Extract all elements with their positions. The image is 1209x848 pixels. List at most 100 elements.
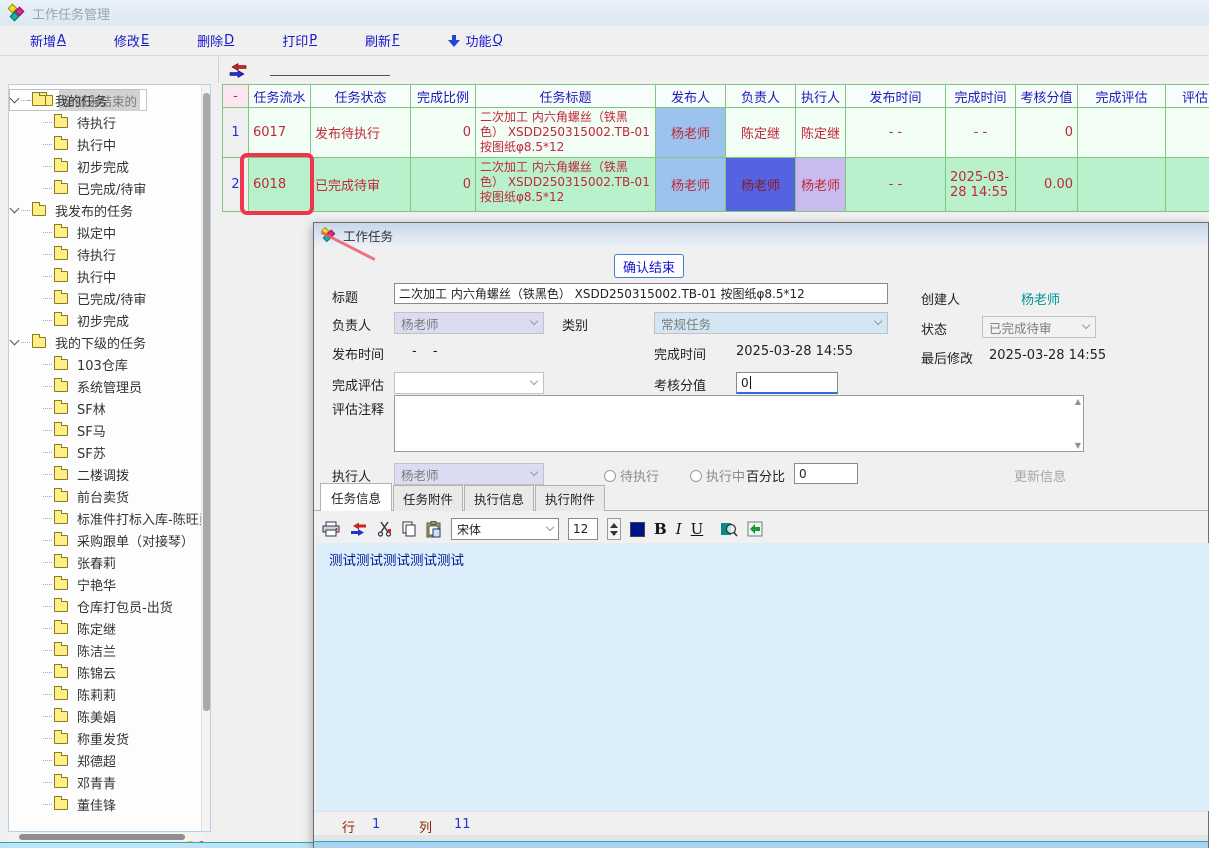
tree-item[interactable]: SF马 xyxy=(9,419,210,441)
tab-2[interactable]: 任务附件 xyxy=(393,485,463,511)
find-icon[interactable] xyxy=(720,521,738,537)
copy-icon[interactable] xyxy=(401,521,417,537)
table-header-cell[interactable]: 负责人 xyxy=(726,85,796,108)
font-size-spinner[interactable] xyxy=(607,518,621,540)
table-cell[interactable]: 二次加工 内六角螺丝（铁黑色） XSDD250315002.TB-01 按图纸φ… xyxy=(476,158,656,212)
tree-item[interactable]: 二楼调拨 xyxy=(9,463,210,485)
table-header-cell[interactable]: 任务流水 xyxy=(249,85,311,108)
table-header-cell[interactable]: 完成比例 xyxy=(411,85,476,108)
table-header-cell[interactable]: 完成时间 xyxy=(946,85,1016,108)
table-cell[interactable]: 发布待执行 xyxy=(311,108,411,158)
table-cell[interactable] xyxy=(1078,108,1166,158)
scroll-down-icon[interactable]: ▼ xyxy=(1075,441,1081,450)
scrollbar-thumb[interactable] xyxy=(19,834,185,840)
table-cell[interactable]: 二次加工 内六角螺丝（铁黑色） XSDD250315002.TB-01 按图纸φ… xyxy=(476,108,656,158)
tree-item[interactable]: 宁艳华 xyxy=(9,573,210,595)
paste-icon[interactable] xyxy=(426,521,442,538)
table-cell[interactable] xyxy=(1166,108,1209,158)
eval-select[interactable] xyxy=(394,372,544,394)
table-cell[interactable] xyxy=(1078,158,1166,212)
bold-button[interactable]: B xyxy=(654,520,667,538)
table-cell[interactable]: 0 xyxy=(411,158,476,212)
tree-item[interactable]: 陈美娟 xyxy=(9,705,210,727)
tree-item[interactable]: 采购跟单（对接琴） xyxy=(9,529,210,551)
table-cell[interactable]: 0.00 xyxy=(1016,158,1078,212)
tree-item[interactable]: 待执行 xyxy=(9,111,210,133)
font-color-swatch[interactable] xyxy=(630,522,645,537)
table-header-cell[interactable]: 执行人 xyxy=(796,85,846,108)
tree-item[interactable]: 我的下级的任务 xyxy=(9,331,210,353)
toolbar-button-Q[interactable]: 功能Q xyxy=(438,27,513,54)
font-size-input[interactable]: 12 xyxy=(568,518,598,540)
italic-button[interactable]: I xyxy=(676,520,682,538)
tree-item[interactable]: 执行中 xyxy=(9,133,210,155)
toolbar-button-A[interactable]: 新增A xyxy=(20,27,76,54)
table-cell[interactable]: 0 xyxy=(411,108,476,158)
table-cell[interactable] xyxy=(1166,158,1209,212)
insert-object-icon[interactable] xyxy=(747,521,764,537)
tree-item[interactable]: 103仓库 xyxy=(9,353,210,375)
tree-item[interactable]: 初步完成 xyxy=(9,309,210,331)
font-family-select[interactable]: 宋体 xyxy=(451,518,559,540)
tree-item[interactable]: 我的任务 xyxy=(9,89,210,111)
table-header-cell[interactable]: 任务状态 xyxy=(311,85,411,108)
tree-item[interactable]: 仓库打包员-出货 xyxy=(9,595,210,617)
tab-1[interactable]: 任务信息 xyxy=(320,483,392,511)
tree-item[interactable]: 系统管理员 xyxy=(9,375,210,397)
table-cell[interactable]: 陈定继 xyxy=(726,108,796,158)
toolbar-button-E[interactable]: 修改E xyxy=(104,27,159,54)
confirm-finish-button[interactable]: 确认结束 xyxy=(614,254,684,278)
title-input[interactable]: 二次加工 内六角螺丝（铁黑色） XSDD250315002.TB-01 按图纸φ… xyxy=(394,283,888,304)
executor-select[interactable]: 杨老师 xyxy=(394,463,544,485)
tree-item[interactable]: SF林 xyxy=(9,397,210,419)
scroll-up-icon[interactable]: ▲ xyxy=(1075,397,1081,406)
tree-item[interactable]: 陈锦云 xyxy=(9,661,210,683)
table-header-cell[interactable]: 发布时间 xyxy=(846,85,946,108)
tree-item[interactable]: 拟定中 xyxy=(9,221,210,243)
chevron-down-icon[interactable] xyxy=(10,336,20,346)
table-cell[interactable]: 6017 xyxy=(249,108,311,158)
score-input[interactable]: 0 xyxy=(736,372,838,394)
tree-item[interactable]: 陈洁兰 xyxy=(9,639,210,661)
status-select[interactable]: 已完成待审 xyxy=(982,316,1096,338)
tree-item[interactable]: 已完成/待审 xyxy=(9,287,210,309)
tree-item[interactable]: 初步完成 xyxy=(9,155,210,177)
table-cell[interactable]: 0 xyxy=(1016,108,1078,158)
tab-4[interactable]: 执行附件 xyxy=(535,485,605,511)
table-cell[interactable]: 杨老师 xyxy=(656,158,726,212)
tree-item[interactable]: 陈莉莉 xyxy=(9,683,210,705)
tree-item[interactable]: 前台卖货 xyxy=(9,485,210,507)
underline-button[interactable]: U xyxy=(691,520,704,538)
filter-input-underline[interactable] xyxy=(270,75,390,76)
table-cell[interactable]: 杨老师 xyxy=(796,158,846,212)
tree-item[interactable]: 待执行 xyxy=(9,243,210,265)
category-select[interactable]: 常规任务 xyxy=(654,312,888,334)
table-cell[interactable]: 1 xyxy=(223,108,249,158)
swap-columns-icon[interactable] xyxy=(228,63,248,78)
table-cell[interactable]: 陈定继 xyxy=(796,108,846,158)
tree-item[interactable]: 董佳锋 xyxy=(9,793,210,815)
toolbar-button-F[interactable]: 刷新F xyxy=(355,27,410,54)
chevron-down-icon[interactable] xyxy=(10,204,20,214)
tree-item[interactable]: 称重发货 xyxy=(9,727,210,749)
tree-item[interactable]: 已完成/待审 xyxy=(9,177,210,199)
percent-input[interactable]: 0 xyxy=(794,463,858,484)
tab-3[interactable]: 执行信息 xyxy=(464,485,534,511)
toolbar-button-D[interactable]: 删除D xyxy=(187,27,244,54)
tree-item[interactable]: 陈定继 xyxy=(9,617,210,639)
table-cell[interactable]: 杨老师 xyxy=(656,108,726,158)
table-header-cell[interactable]: - xyxy=(223,85,249,108)
tree-item[interactable]: 郑德超 xyxy=(9,749,210,771)
toolbar-button-P[interactable]: 打印P xyxy=(272,27,327,54)
cut-icon[interactable] xyxy=(377,521,392,537)
table-cell[interactable]: 已完成待审 xyxy=(311,158,411,212)
tree-vertical-scrollbar[interactable] xyxy=(201,85,210,831)
table-cell[interactable]: - - xyxy=(946,108,1016,158)
tree-item[interactable]: 标准件打标入库-陈旺勇 xyxy=(9,507,210,529)
scrollbar-thumb[interactable] xyxy=(203,93,210,711)
owner-select[interactable]: 杨老师 xyxy=(394,312,544,334)
editor-area[interactable]: 测试测试测试测试测试 xyxy=(316,543,1209,811)
radio-running[interactable]: 执行中 xyxy=(690,466,745,485)
table-cell[interactable]: - - xyxy=(846,158,946,212)
swap-icon[interactable] xyxy=(349,522,368,536)
